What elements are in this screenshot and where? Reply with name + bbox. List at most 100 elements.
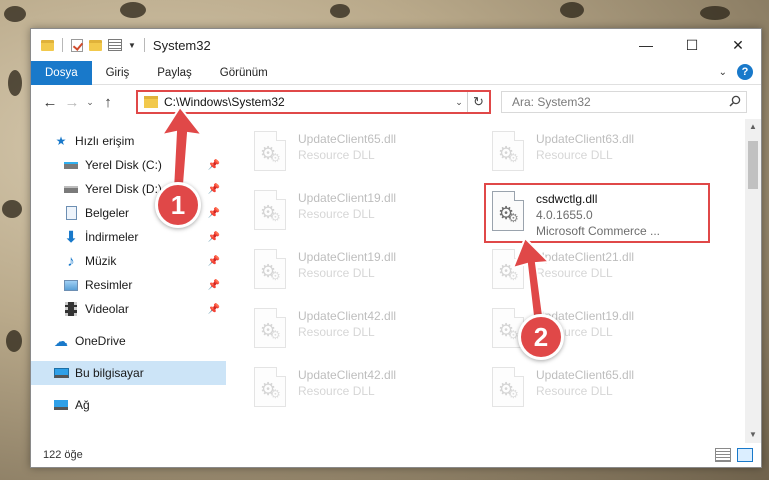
file-list: ⚙ ⚙ UpdateClient65.dll Resource DLL ⚙ ⚙ Upd… xyxy=(226,119,761,443)
file-name: UpdateClient42.dll xyxy=(298,368,397,382)
download-arrow-icon: ⬇ xyxy=(64,229,78,246)
file-type: Resource DLL xyxy=(298,207,375,221)
file-tile[interactable]: ⚙ ⚙ UpdateClient63.dll Resource DLL xyxy=(486,125,712,181)
background-spot xyxy=(8,70,22,96)
callout-step-2: 2 xyxy=(518,314,564,360)
search-input[interactable] xyxy=(512,95,724,109)
search-box[interactable] xyxy=(501,91,747,113)
tiles-view-icon[interactable] xyxy=(737,448,753,462)
expand-ribbon-icon[interactable]: ⌄ xyxy=(719,67,727,78)
close-button[interactable]: ✕ xyxy=(715,29,761,61)
file-name: csdwctlg.dll xyxy=(536,192,598,206)
nav-item-downloads[interactable]: ⬇ İndirmeler 📌 xyxy=(31,225,226,249)
search-icon[interactable] xyxy=(724,95,746,110)
new-folder-icon[interactable] xyxy=(89,39,102,51)
scrollbar-thumb[interactable] xyxy=(748,141,758,189)
address-dropdown-icon[interactable]: ⌄ xyxy=(451,97,467,108)
file-tile[interactable]: ⚙ ⚙ UpdateClient42.dll Resource DLL xyxy=(248,302,474,358)
file-name: UpdateClient65.dll xyxy=(536,368,635,382)
nav-label: Ağ xyxy=(75,398,90,412)
file-tile[interactable]: ⚙ ⚙ UpdateClient42.dll Resource DLL xyxy=(248,361,474,417)
file-tile-csdwctlg[interactable]: ⚙ ⚙ csdwctlg.dll 4.0.1655.0 Microsoft Comme… xyxy=(484,183,710,243)
file-tile[interactable]: ⚙ ⚙ UpdateClient65.dll Resource DLL xyxy=(248,125,474,181)
quick-access-toolbar: ▼ xyxy=(31,38,147,52)
file-tile[interactable]: ⚙ ⚙ UpdateClient65.dll Resource DLL xyxy=(486,361,712,417)
file-type: Resource DLL xyxy=(536,384,613,398)
background-spot xyxy=(4,6,26,22)
nav-label: Bu bilgisayar xyxy=(75,366,144,380)
refresh-button[interactable]: ↻ xyxy=(467,92,489,112)
ribbon-tabs: Dosya Giriş Paylaş Görünüm ⌄ ? xyxy=(31,60,761,85)
address-row: ← → ⌄ ↑ C:\Windows\System32 ⌄ ↻ xyxy=(31,85,761,119)
vertical-scrollbar[interactable]: ▲ ▼ xyxy=(745,119,761,443)
background-spot xyxy=(700,6,730,20)
nav-label: Hızlı erişim xyxy=(75,134,135,148)
file-tile[interactable]: ⚙ ⚙ UpdateClient19.dll Resource DLL xyxy=(248,243,474,299)
dll-file-icon: ⚙ ⚙ xyxy=(492,367,524,407)
window-controls: — ☐ ✕ xyxy=(623,29,761,61)
nav-item-pictures[interactable]: Resimler 📌 xyxy=(31,273,226,297)
tab-view[interactable]: Görünüm xyxy=(206,61,282,85)
title-bar: ▼ System32 — ☐ ✕ xyxy=(31,29,761,61)
pin-icon[interactable]: 📌 xyxy=(208,280,220,291)
help-icon[interactable]: ? xyxy=(737,64,753,80)
file-tile[interactable]: ⚙ ⚙ UpdateClient19.dll Resource DLL xyxy=(248,184,474,240)
dll-file-icon: ⚙ ⚙ xyxy=(492,191,524,231)
customize-toolbar-dropdown-icon[interactable]: ▼ xyxy=(128,41,136,50)
film-icon xyxy=(63,301,79,317)
tab-share[interactable]: Paylaş xyxy=(143,61,206,85)
nav-item-this-pc[interactable]: Bu bilgisayar xyxy=(31,361,226,385)
minimize-button[interactable]: — xyxy=(623,29,669,61)
view-details-icon[interactable] xyxy=(108,39,122,51)
forward-button[interactable]: → xyxy=(61,94,83,111)
nav-item-network[interactable]: Ağ xyxy=(31,393,226,417)
network-icon xyxy=(53,397,69,413)
computer-icon xyxy=(53,365,69,381)
back-button[interactable]: ← xyxy=(39,94,61,111)
nav-label: İndirmeler xyxy=(85,230,139,244)
file-name: UpdateClient42.dll xyxy=(298,309,397,323)
recent-locations-dropdown-icon[interactable]: ⌄ xyxy=(83,97,97,108)
details-view-icon[interactable] xyxy=(715,448,731,462)
nav-label: Videolar xyxy=(85,302,129,316)
nav-item-videos[interactable]: Videolar 📌 xyxy=(31,297,226,321)
folder-icon[interactable] xyxy=(41,39,54,51)
main-area: ★ Hızlı erişim Yerel Disk (C:) 📌 Yerel D… xyxy=(31,119,761,443)
up-button[interactable]: ↑ xyxy=(97,94,119,111)
scroll-up-icon[interactable]: ▲ xyxy=(745,119,761,135)
tab-home[interactable]: Giriş xyxy=(92,61,144,85)
maximize-button[interactable]: ☐ xyxy=(669,29,715,61)
divider xyxy=(62,38,63,52)
file-type: Resource DLL xyxy=(298,266,375,280)
background-spot xyxy=(330,4,350,18)
ribbon-right: ⌄ ? xyxy=(719,64,753,80)
pin-icon[interactable]: 📌 xyxy=(208,256,220,267)
music-note-icon: ♪ xyxy=(67,252,75,270)
nav-item-music[interactable]: ♪ Müzik 📌 xyxy=(31,249,226,273)
dll-file-icon: ⚙ ⚙ xyxy=(254,308,286,348)
file-name: UpdateClient19.dll xyxy=(298,250,397,264)
background-spot xyxy=(6,330,22,352)
nav-label: Müzik xyxy=(85,254,117,268)
background-spot xyxy=(560,2,584,18)
star-icon: ★ xyxy=(55,134,67,148)
dll-file-icon: ⚙ ⚙ xyxy=(254,367,286,407)
properties-check-icon[interactable] xyxy=(71,38,83,52)
view-toggle xyxy=(715,448,753,462)
file-type: Resource DLL xyxy=(298,148,375,162)
nav-item-onedrive[interactable]: ☁ OneDrive xyxy=(31,329,226,353)
pin-icon[interactable]: 📌 xyxy=(208,304,220,315)
scroll-down-icon[interactable]: ▼ xyxy=(745,427,761,443)
dll-file-icon: ⚙ ⚙ xyxy=(254,190,286,230)
explorer-window: ▼ System32 — ☐ ✕ Dosya Giriş Paylaş Görü… xyxy=(30,28,762,468)
file-version: 4.0.1655.0 xyxy=(536,208,593,222)
window-title: System32 xyxy=(152,37,211,53)
file-type: Resource DLL xyxy=(298,384,375,398)
file-type: Resource DLL xyxy=(298,325,375,339)
tab-file[interactable]: Dosya xyxy=(31,60,92,85)
pictures-icon xyxy=(63,277,79,293)
pin-icon[interactable]: 📌 xyxy=(208,232,220,243)
